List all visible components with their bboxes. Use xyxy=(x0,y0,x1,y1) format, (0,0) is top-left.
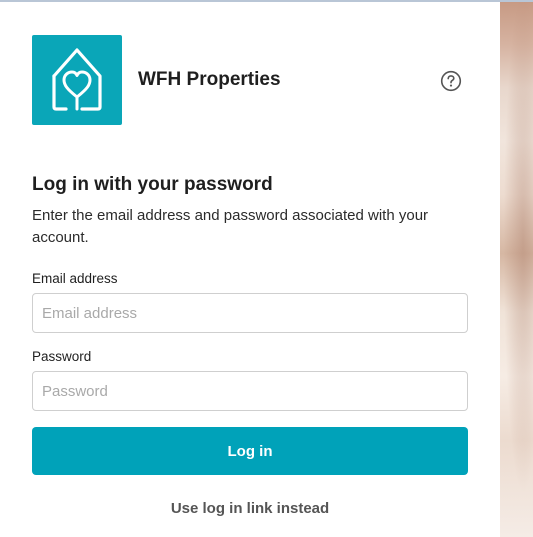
brand-logo xyxy=(32,35,122,125)
login-screen: WFH Properties Log in with your password… xyxy=(0,0,533,537)
page-title: Log in with your password xyxy=(32,174,273,195)
email-label: Email address xyxy=(32,271,118,286)
background-photo-shade xyxy=(500,2,533,537)
login-link-button[interactable]: Use log in link instead xyxy=(32,497,468,521)
login-panel: WFH Properties Log in with your password… xyxy=(0,2,500,537)
password-input[interactable] xyxy=(32,371,468,411)
password-label: Password xyxy=(32,349,92,364)
brand-name: WFH Properties xyxy=(138,69,281,90)
house-heart-icon xyxy=(52,48,102,111)
help-button[interactable] xyxy=(440,70,462,92)
help-circle-icon xyxy=(440,70,462,92)
email-input[interactable] xyxy=(32,293,468,333)
page-subtitle: Enter the email address and password ass… xyxy=(32,207,429,246)
background-photo xyxy=(500,2,533,537)
login-button[interactable]: Log in xyxy=(32,427,468,475)
